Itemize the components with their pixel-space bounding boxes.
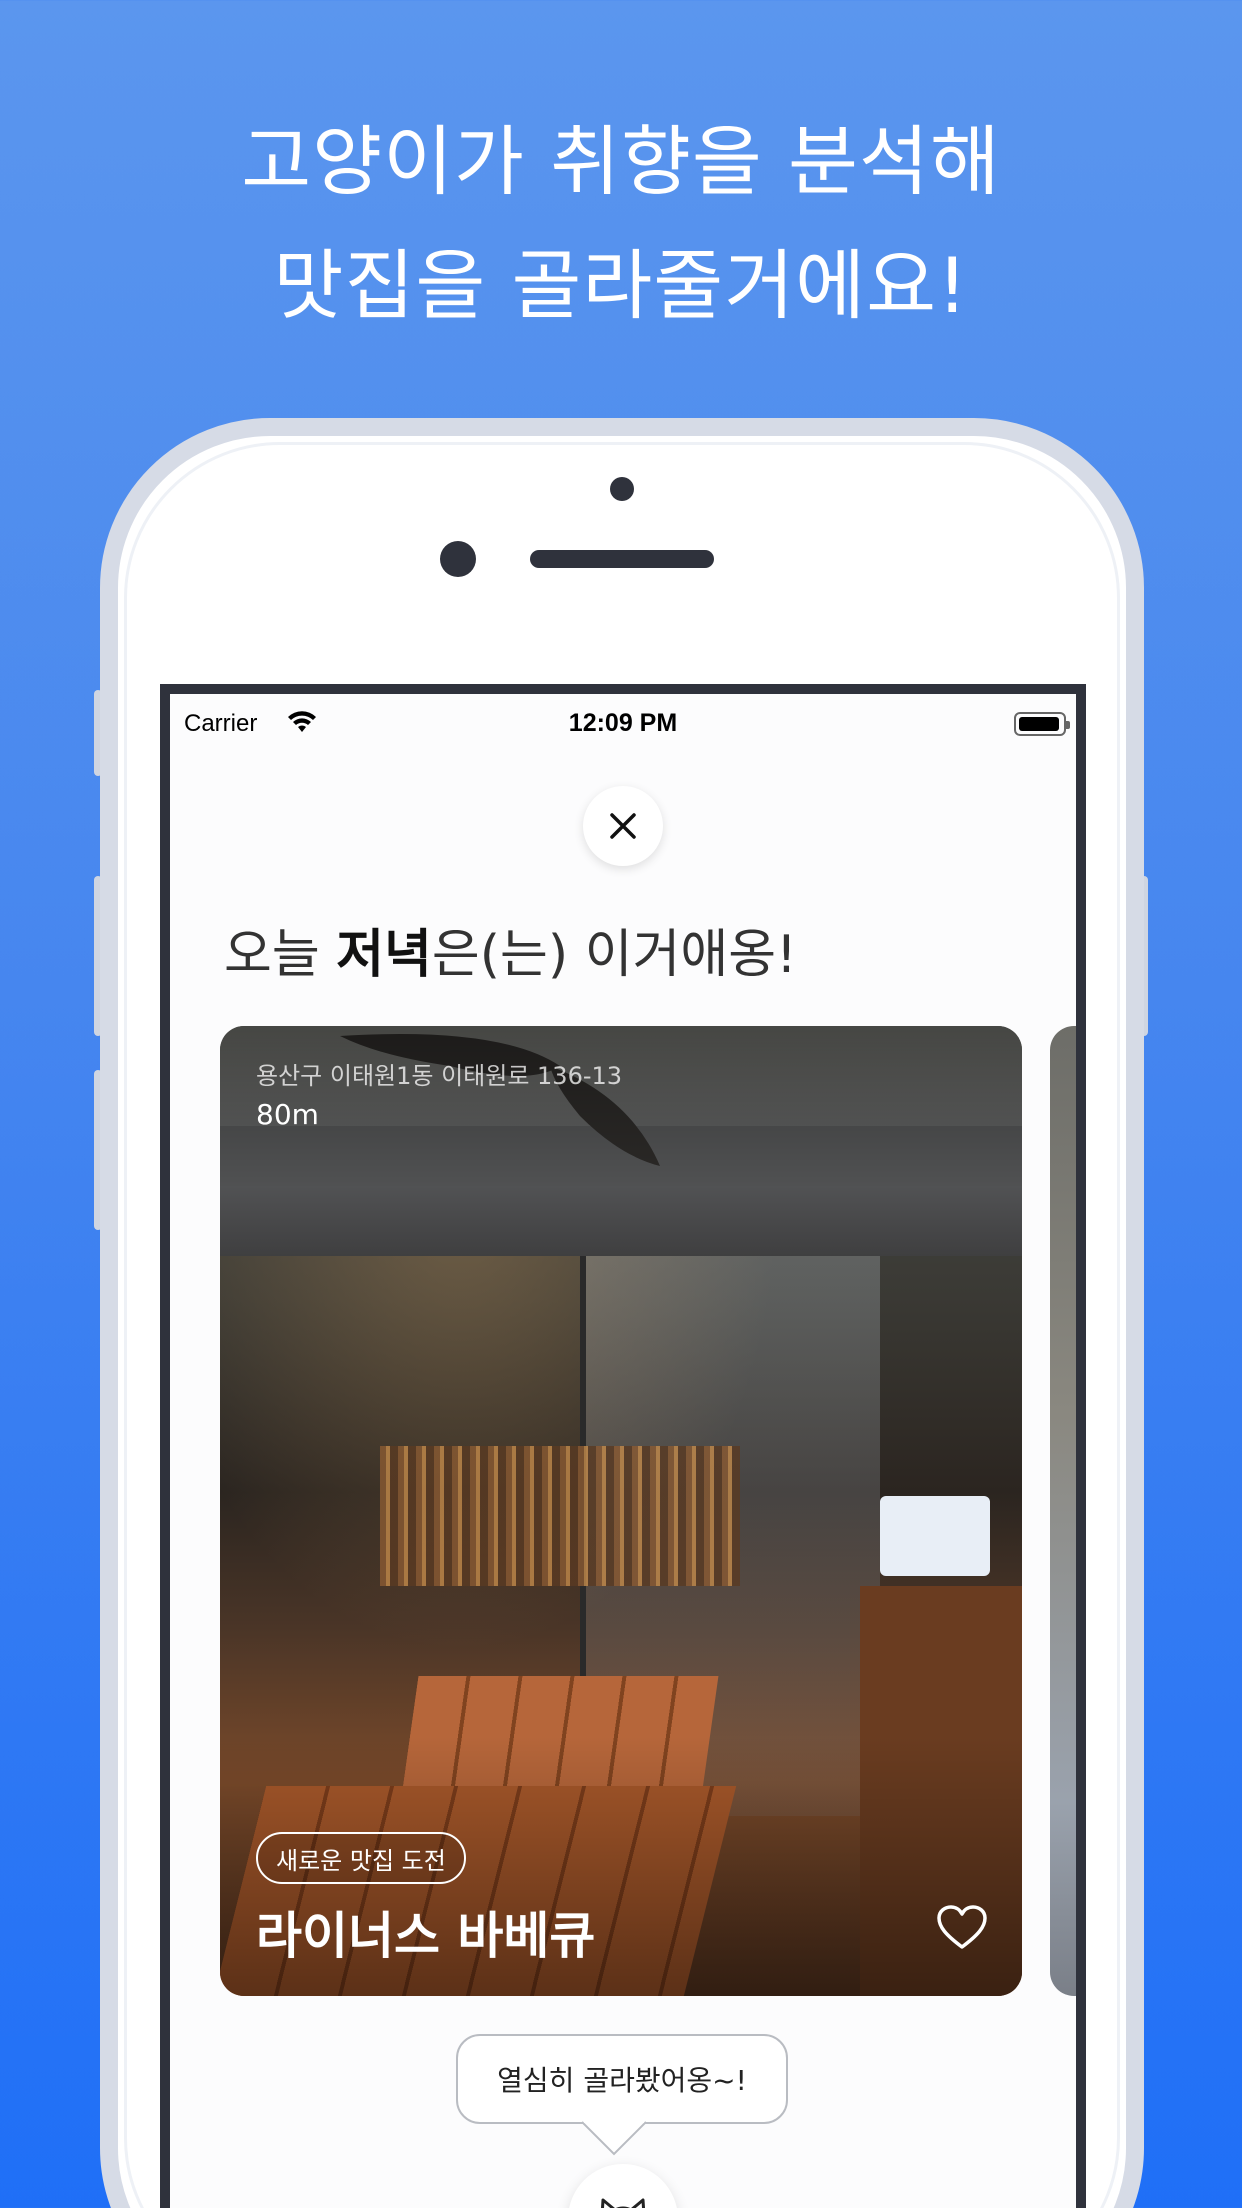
phone-speaker bbox=[530, 550, 714, 568]
status-bar: Carrier 12:09 PM bbox=[170, 694, 1076, 750]
battery-nub bbox=[1066, 721, 1070, 729]
restaurant-tag: 새로운 맛집 도전 bbox=[256, 1832, 466, 1884]
cat-avatar[interactable] bbox=[568, 2164, 678, 2208]
phone-proximity-sensor bbox=[610, 477, 634, 501]
title-meal: 저녁 bbox=[336, 925, 432, 985]
cat-icon bbox=[600, 2198, 646, 2208]
speech-bubble-tail bbox=[582, 2120, 646, 2156]
close-button[interactable] bbox=[583, 786, 663, 866]
restaurant-name: 라이너스 바베큐 bbox=[256, 1907, 596, 1965]
card-shade-top bbox=[220, 1026, 1022, 1186]
restaurant-distance: 80m bbox=[256, 1098, 319, 1131]
speech-bubble: 열심히 골라봤어옹~! bbox=[456, 2034, 788, 2124]
title-suffix: 은(는) 이거애옹! bbox=[431, 925, 797, 985]
title-prefix: 오늘 bbox=[224, 925, 337, 985]
battery-level bbox=[1019, 717, 1059, 731]
battery-icon bbox=[1014, 712, 1070, 736]
card-photo-pos-terminal bbox=[880, 1496, 990, 1576]
restaurant-address: 용산구 이태원1동 이태원로 136-13 bbox=[256, 1062, 623, 1090]
promo-headline: 고양이가 취향을 분석해 맛집을 골라줄거에요! bbox=[0, 100, 1242, 348]
headline-line-1: 고양이가 취향을 분석해 bbox=[241, 117, 1001, 206]
close-icon bbox=[610, 813, 636, 839]
app-screen: Carrier 12:09 PM 오늘 저녁은(는) 이거애옹! 용산구 이태원… bbox=[160, 684, 1086, 2208]
status-time: 12:09 PM bbox=[568, 709, 678, 737]
page-title: 오늘 저녁은(는) 이거애옹! bbox=[224, 912, 797, 987]
restaurant-card[interactable]: 용산구 이태원1동 이태원로 136-13 80m 새로운 맛집 도전 라이너스… bbox=[220, 1026, 1022, 1996]
card-photo-bar-shelf bbox=[380, 1446, 740, 1586]
phone-front-camera bbox=[440, 541, 476, 577]
headline-line-2: 맛집을 골라줄거에요! bbox=[273, 241, 969, 330]
next-restaurant-card-peek[interactable] bbox=[1050, 1026, 1076, 1996]
heart-icon[interactable] bbox=[936, 1904, 988, 1954]
